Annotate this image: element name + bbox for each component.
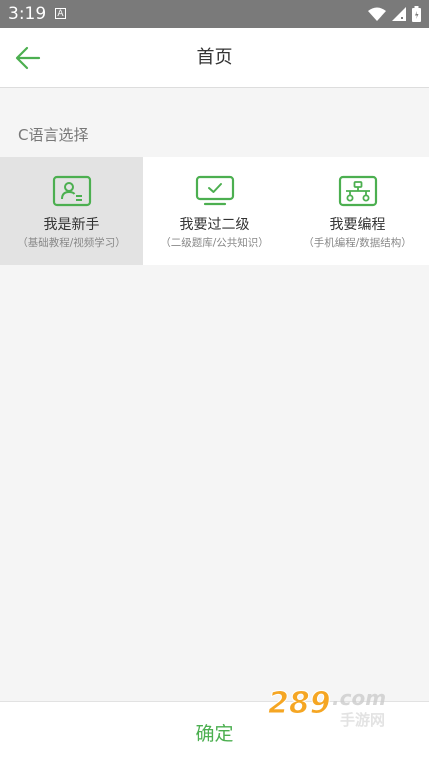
monitor-check-icon xyxy=(195,175,234,206)
section-title: C语言选择 xyxy=(18,126,89,144)
network-icon xyxy=(338,175,377,207)
option-programming[interactable]: 我要编程 （手机编程/数据结构） xyxy=(286,157,429,265)
status-time: 3:19 xyxy=(8,4,47,24)
option-title: 我要过二级 xyxy=(179,217,250,233)
confirm-button[interactable]: 确定 xyxy=(0,722,429,746)
status-icons xyxy=(368,4,421,24)
wifi-icon xyxy=(368,7,386,21)
option-subtitle: （手机编程/数据结构） xyxy=(303,237,412,249)
app-header: 首页 xyxy=(0,28,429,88)
option-subtitle: （基础教程/视频学习） xyxy=(17,237,126,249)
user-card-icon xyxy=(52,175,91,207)
signal-icon xyxy=(392,7,406,21)
option-level-two[interactable]: 我要过二级 （二级题库/公共知识） xyxy=(143,157,286,265)
footer-bar: 确定 xyxy=(0,701,429,764)
status-bar: 3:19 A xyxy=(0,0,429,28)
notification-icon: A xyxy=(55,8,66,19)
page-title: 首页 xyxy=(196,47,233,68)
option-beginner[interactable]: 我是新手 （基础教程/视频学习） xyxy=(0,157,143,265)
option-title: 我是新手 xyxy=(43,217,100,233)
battery-icon xyxy=(412,6,421,22)
option-title: 我要编程 xyxy=(329,217,386,233)
option-subtitle: （二级题库/公共知识） xyxy=(160,237,269,249)
options-row: 我是新手 （基础教程/视频学习） 我要过二级 （二级题库/公共知识） 我要编程 … xyxy=(0,157,429,265)
